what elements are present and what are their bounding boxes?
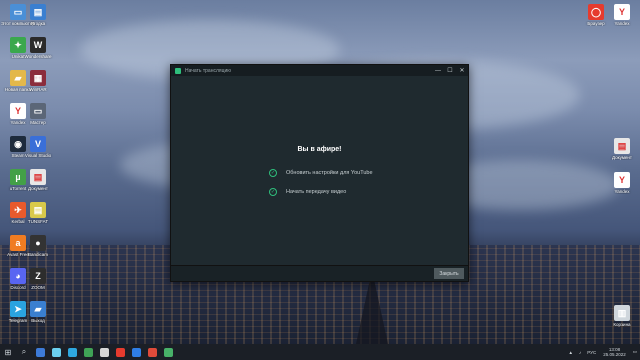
broadcast-dialog: Начать трансляцию — ☐ ✕ Вы в афире! ✓ Об… <box>170 64 469 282</box>
dialog-title: Начать трансляцию <box>185 67 231 74</box>
desktop-icon[interactable]: W Wondershare <box>20 37 56 59</box>
desktop-icon[interactable]: ▤ TUNSFAT <box>20 202 56 224</box>
desktop-icon[interactable]: ▦ WinRAR <box>20 70 56 92</box>
taskbar-app-app7[interactable] <box>128 344 144 360</box>
desktop-icon-label: Корзина <box>613 322 631 327</box>
desktop-icon[interactable]: ▤ Документ <box>20 169 56 191</box>
maximize-button[interactable]: ☐ <box>444 67 456 74</box>
step-label: Обновить настройки для YouTube <box>286 170 373 176</box>
notifications-icon[interactable]: ▭ <box>633 349 637 355</box>
clock-date: 25.05.2022 <box>603 352 626 357</box>
taskbar-app-icon <box>83 347 93 357</box>
desktop-icon-label: Документ <box>612 155 632 160</box>
minimize-button[interactable]: — <box>432 68 444 74</box>
network-icon[interactable]: ▲ <box>568 350 572 355</box>
taskbar-app-yandex[interactable] <box>112 344 128 360</box>
app-icon: Y <box>614 4 630 20</box>
status-heading: Вы в афире! <box>297 146 342 153</box>
dialog-footer: Закрыть <box>171 265 468 281</box>
desktop-icon[interactable]: Z ZOOM <box>20 268 56 290</box>
desktop-icon-label: Выход <box>31 318 45 323</box>
taskbar-app-app2[interactable] <box>48 344 64 360</box>
taskbar-app-icon <box>163 347 173 357</box>
taskbar-app-app4[interactable] <box>80 344 96 360</box>
taskbar-app-obs[interactable] <box>144 344 160 360</box>
taskbar: ⊞ ⌕ ▲ ♪ РУС 13:08 25.05.2022 ▭ <box>0 344 640 360</box>
start-button[interactable]: ⊞ <box>0 344 16 360</box>
step-update-settings: ✓ Обновить настройки для YouTube <box>269 169 373 177</box>
clock[interactable]: 13:08 25.05.2022 <box>603 347 626 357</box>
desktop-icon-label: WinRAR <box>29 87 47 92</box>
taskbar-app-app9[interactable] <box>160 344 176 360</box>
desktop-icon[interactable]: Y Yandex <box>604 172 640 194</box>
desktop-icon[interactable]: ▤ Документ <box>604 138 640 160</box>
close-window-button[interactable]: ✕ <box>456 67 468 74</box>
dialog-titlebar: Начать трансляцию — ☐ ✕ <box>171 65 468 76</box>
step-start-stream: ✓ Начать передачу видео <box>269 188 346 196</box>
system-tray: ▲ ♪ РУС 13:08 25.05.2022 ▭ <box>565 347 640 357</box>
desktop-icon-label: Документ <box>28 186 48 191</box>
app-icon: ▤ <box>30 202 46 218</box>
desktop-icon[interactable]: Y Yandex <box>604 4 640 26</box>
desktop-icon-label: Bandicam <box>27 252 48 257</box>
desktop-icon[interactable]: ▥ Корзина <box>604 305 640 327</box>
app-icon: ◯ <box>588 4 604 20</box>
app-icon: ▰ <box>30 301 46 317</box>
desktop-icon-label: Wondershare <box>24 54 52 59</box>
taskbar-app-explorer[interactable] <box>32 344 48 360</box>
taskbar-app-icon <box>115 347 125 357</box>
desktop-icon-label: Ягодка <box>30 21 46 26</box>
desktop-icon-label: Yandex <box>614 21 630 26</box>
app-icon: ▤ <box>614 138 630 154</box>
desktop-icon[interactable]: ▰ Выход <box>20 301 56 323</box>
desktop-icon[interactable]: ▭ Мастер <box>20 103 56 125</box>
step-label: Начать передачу видео <box>286 189 347 195</box>
dialog-content: Вы в афире! ✓ Обновить настройки для You… <box>171 76 468 266</box>
taskbar-app-app3[interactable] <box>64 344 80 360</box>
close-button[interactable]: Закрыть <box>434 268 464 279</box>
desktop-icon-label: Yandex <box>614 189 630 194</box>
check-icon: ✓ <box>269 188 277 196</box>
taskbar-app-icon <box>147 347 157 357</box>
taskbar-app-icon <box>51 347 61 357</box>
desktop-icon-label: TUNSFAT <box>27 219 49 224</box>
language-indicator[interactable]: РУС <box>587 350 596 355</box>
check-icon: ✓ <box>269 169 277 177</box>
app-icon: W <box>30 37 46 53</box>
app-icon: ● <box>30 235 46 251</box>
taskbar-app-icon <box>131 347 141 357</box>
desktop-icon-label: Visual Studio <box>24 153 52 158</box>
desktop-icon-label: Мастер <box>30 120 46 125</box>
desktop-icon-label: ZOOM <box>31 285 45 290</box>
app-logo-icon <box>175 67 181 74</box>
app-icon: Z <box>30 268 46 284</box>
app-icon: V <box>30 136 46 152</box>
search-icon[interactable]: ⌕ <box>16 344 32 360</box>
volume-icon[interactable]: ♪ <box>579 350 581 355</box>
app-icon: ▤ <box>30 4 46 20</box>
app-icon: ▥ <box>614 305 630 321</box>
taskbar-app-icon <box>67 347 77 357</box>
app-icon: ▭ <box>30 103 46 119</box>
desktop-icon[interactable]: ▤ Ягодка <box>20 4 56 26</box>
desktop-icon[interactable]: V Visual Studio <box>20 136 56 158</box>
app-icon: ▦ <box>30 70 46 86</box>
app-icon: Y <box>614 172 630 188</box>
taskbar-app-icon <box>99 347 109 357</box>
desktop-icon[interactable]: ● Bandicam <box>20 235 56 257</box>
taskbar-app-icon <box>35 347 45 357</box>
taskbar-app-app5[interactable] <box>96 344 112 360</box>
app-icon: ▤ <box>30 169 46 185</box>
